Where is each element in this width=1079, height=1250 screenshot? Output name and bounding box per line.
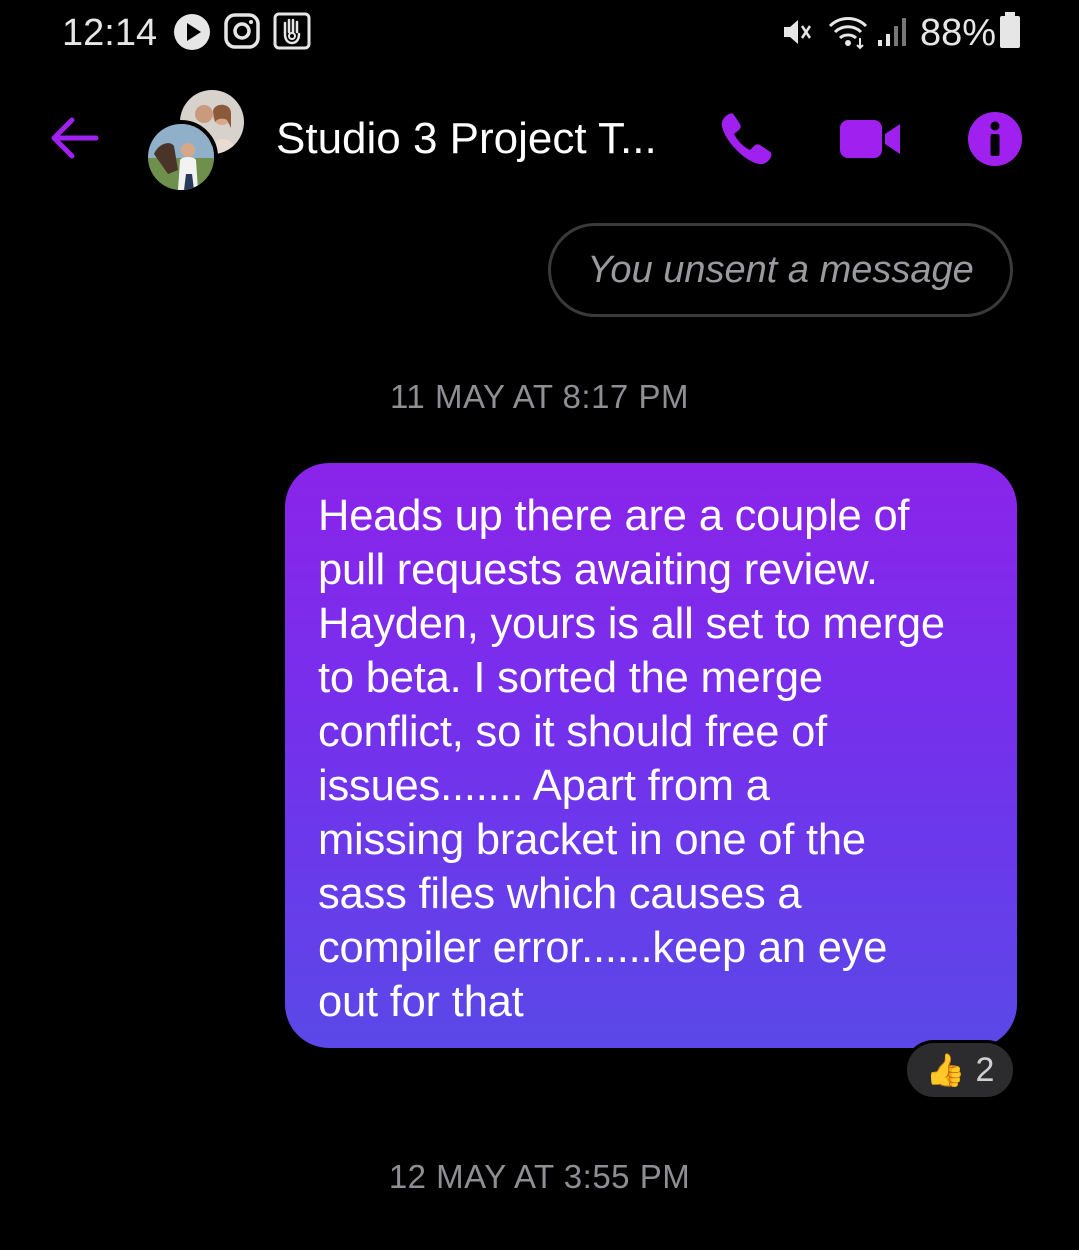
conversation-header: Studio 3 Project T...: [0, 80, 1079, 200]
status-bar: 12:14 88%: [0, 0, 1079, 66]
mute-icon: [780, 14, 816, 55]
video-call-button[interactable]: [838, 108, 904, 170]
info-button[interactable]: [966, 110, 1024, 168]
thumbs-up-icon: 👍: [925, 1052, 966, 1088]
unsent-message-notice: You unsent a message: [548, 223, 1013, 317]
message-bubble[interactable]: Heads up there are a couple of pull requ…: [285, 463, 1017, 1048]
battery-icon: [998, 10, 1022, 55]
thread-title[interactable]: Studio 3 Project T...: [276, 114, 676, 164]
wifi-icon: [826, 12, 870, 55]
info-icon: [968, 112, 1022, 166]
status-time: 12:14: [62, 12, 158, 54]
video-camera-icon: [840, 120, 900, 158]
play-icon: [172, 12, 212, 57]
phone-icon: [721, 113, 772, 165]
battery-percent: 88%: [920, 12, 997, 54]
message-timestamp: 11 MAY AT 8:17 PM: [390, 378, 689, 415]
signal-icon: [876, 12, 910, 53]
message-text: Heads up there are a couple of pull requ…: [318, 492, 945, 1026]
reaction-count: 2: [975, 1050, 995, 1089]
back-button[interactable]: [46, 110, 102, 166]
unsent-message-text: You unsent a message: [587, 248, 974, 291]
message-timestamp: 12 MAY AT 3:55 PM: [388, 1158, 691, 1195]
group-avatar[interactable]: [140, 86, 250, 194]
voice-call-button[interactable]: [715, 108, 777, 170]
instagram-icon: [223, 12, 261, 55]
back-arrow-icon: [51, 117, 99, 159]
avatar: [144, 120, 218, 194]
reaction-badge[interactable]: 👍 2: [904, 1040, 1016, 1100]
hand-app-icon: [273, 12, 311, 55]
